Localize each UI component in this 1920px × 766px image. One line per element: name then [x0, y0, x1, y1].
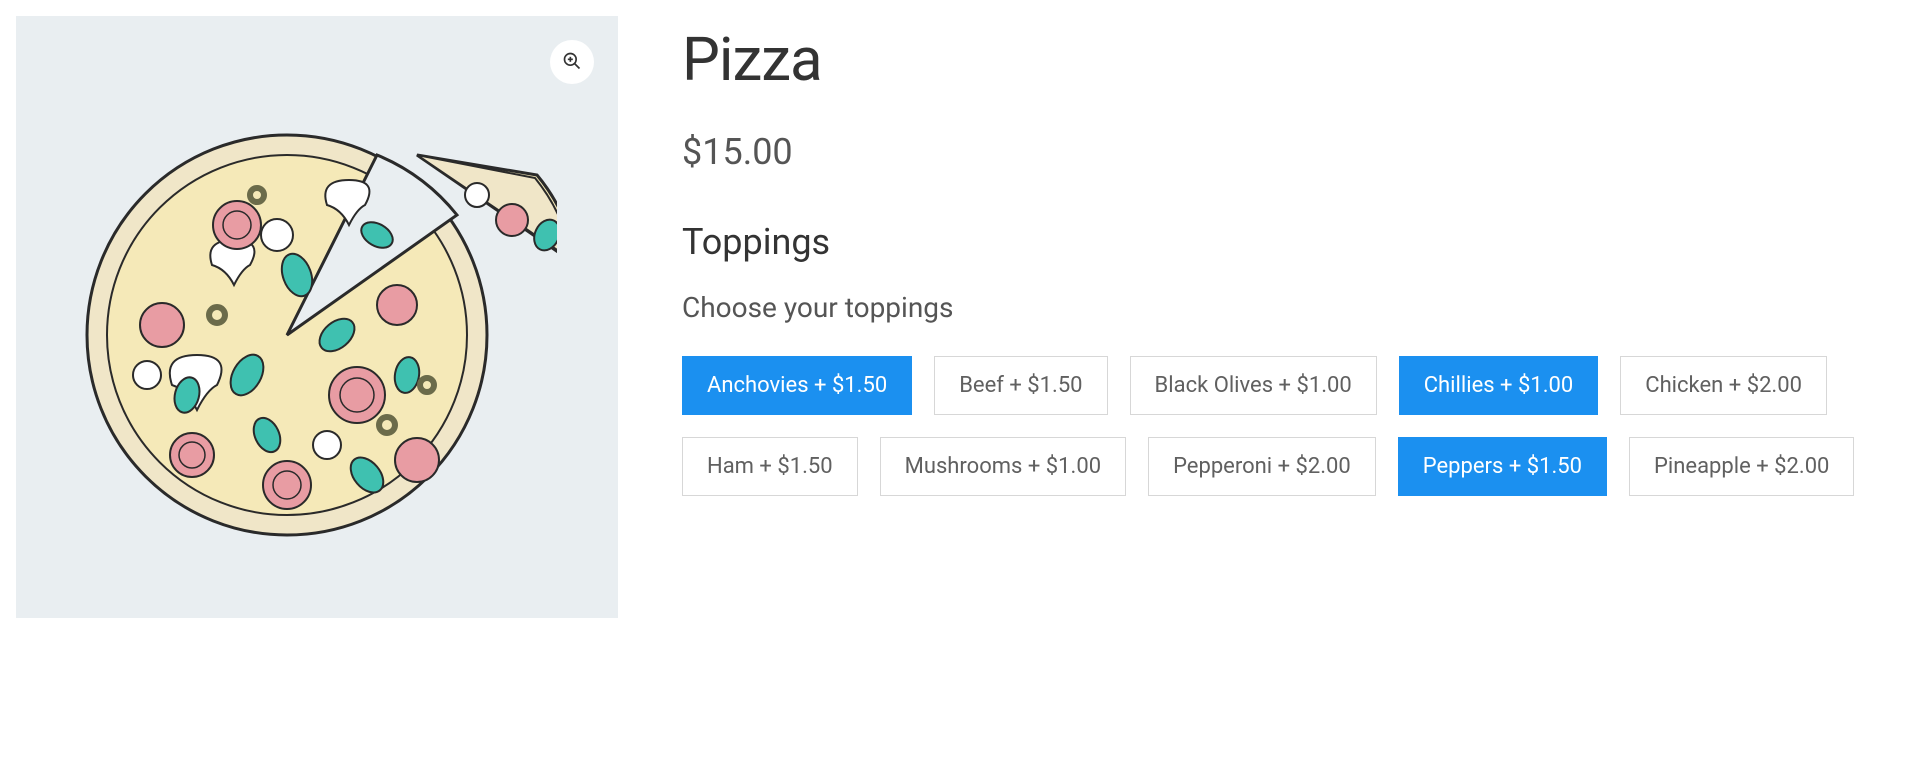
toppings-subheading: Choose your toppings	[682, 291, 1904, 324]
zoom-button[interactable]	[550, 40, 594, 84]
product-title: Pizza	[682, 24, 1904, 95]
topping-option[interactable]: Anchovies + $1.50	[682, 356, 912, 415]
topping-option[interactable]: Pepperoni + $2.00	[1148, 437, 1376, 496]
topping-option[interactable]: Peppers + $1.50	[1398, 437, 1607, 496]
zoom-in-icon	[562, 51, 582, 74]
topping-option[interactable]: Ham + $1.50	[682, 437, 858, 496]
topping-option[interactable]: Chicken + $2.00	[1620, 356, 1827, 415]
product-price: $15.00	[682, 131, 1904, 173]
toppings-heading: Toppings	[682, 221, 1904, 263]
topping-option[interactable]: Beef + $1.50	[934, 356, 1107, 415]
topping-option[interactable]: Black Olives + $1.00	[1130, 356, 1377, 415]
pizza-illustration	[77, 75, 557, 559]
product-details: Pizza $15.00 Toppings Choose your toppin…	[682, 16, 1904, 618]
topping-option[interactable]: Pineapple + $2.00	[1629, 437, 1854, 496]
product-container: Pizza $15.00 Toppings Choose your toppin…	[16, 16, 1904, 618]
topping-option[interactable]: Mushrooms + $1.00	[880, 437, 1126, 496]
toppings-grid: Anchovies + $1.50 Beef + $1.50 Black Olive…	[682, 356, 1904, 496]
product-image	[16, 16, 618, 618]
topping-option[interactable]: Chillies + $1.00	[1399, 356, 1599, 415]
